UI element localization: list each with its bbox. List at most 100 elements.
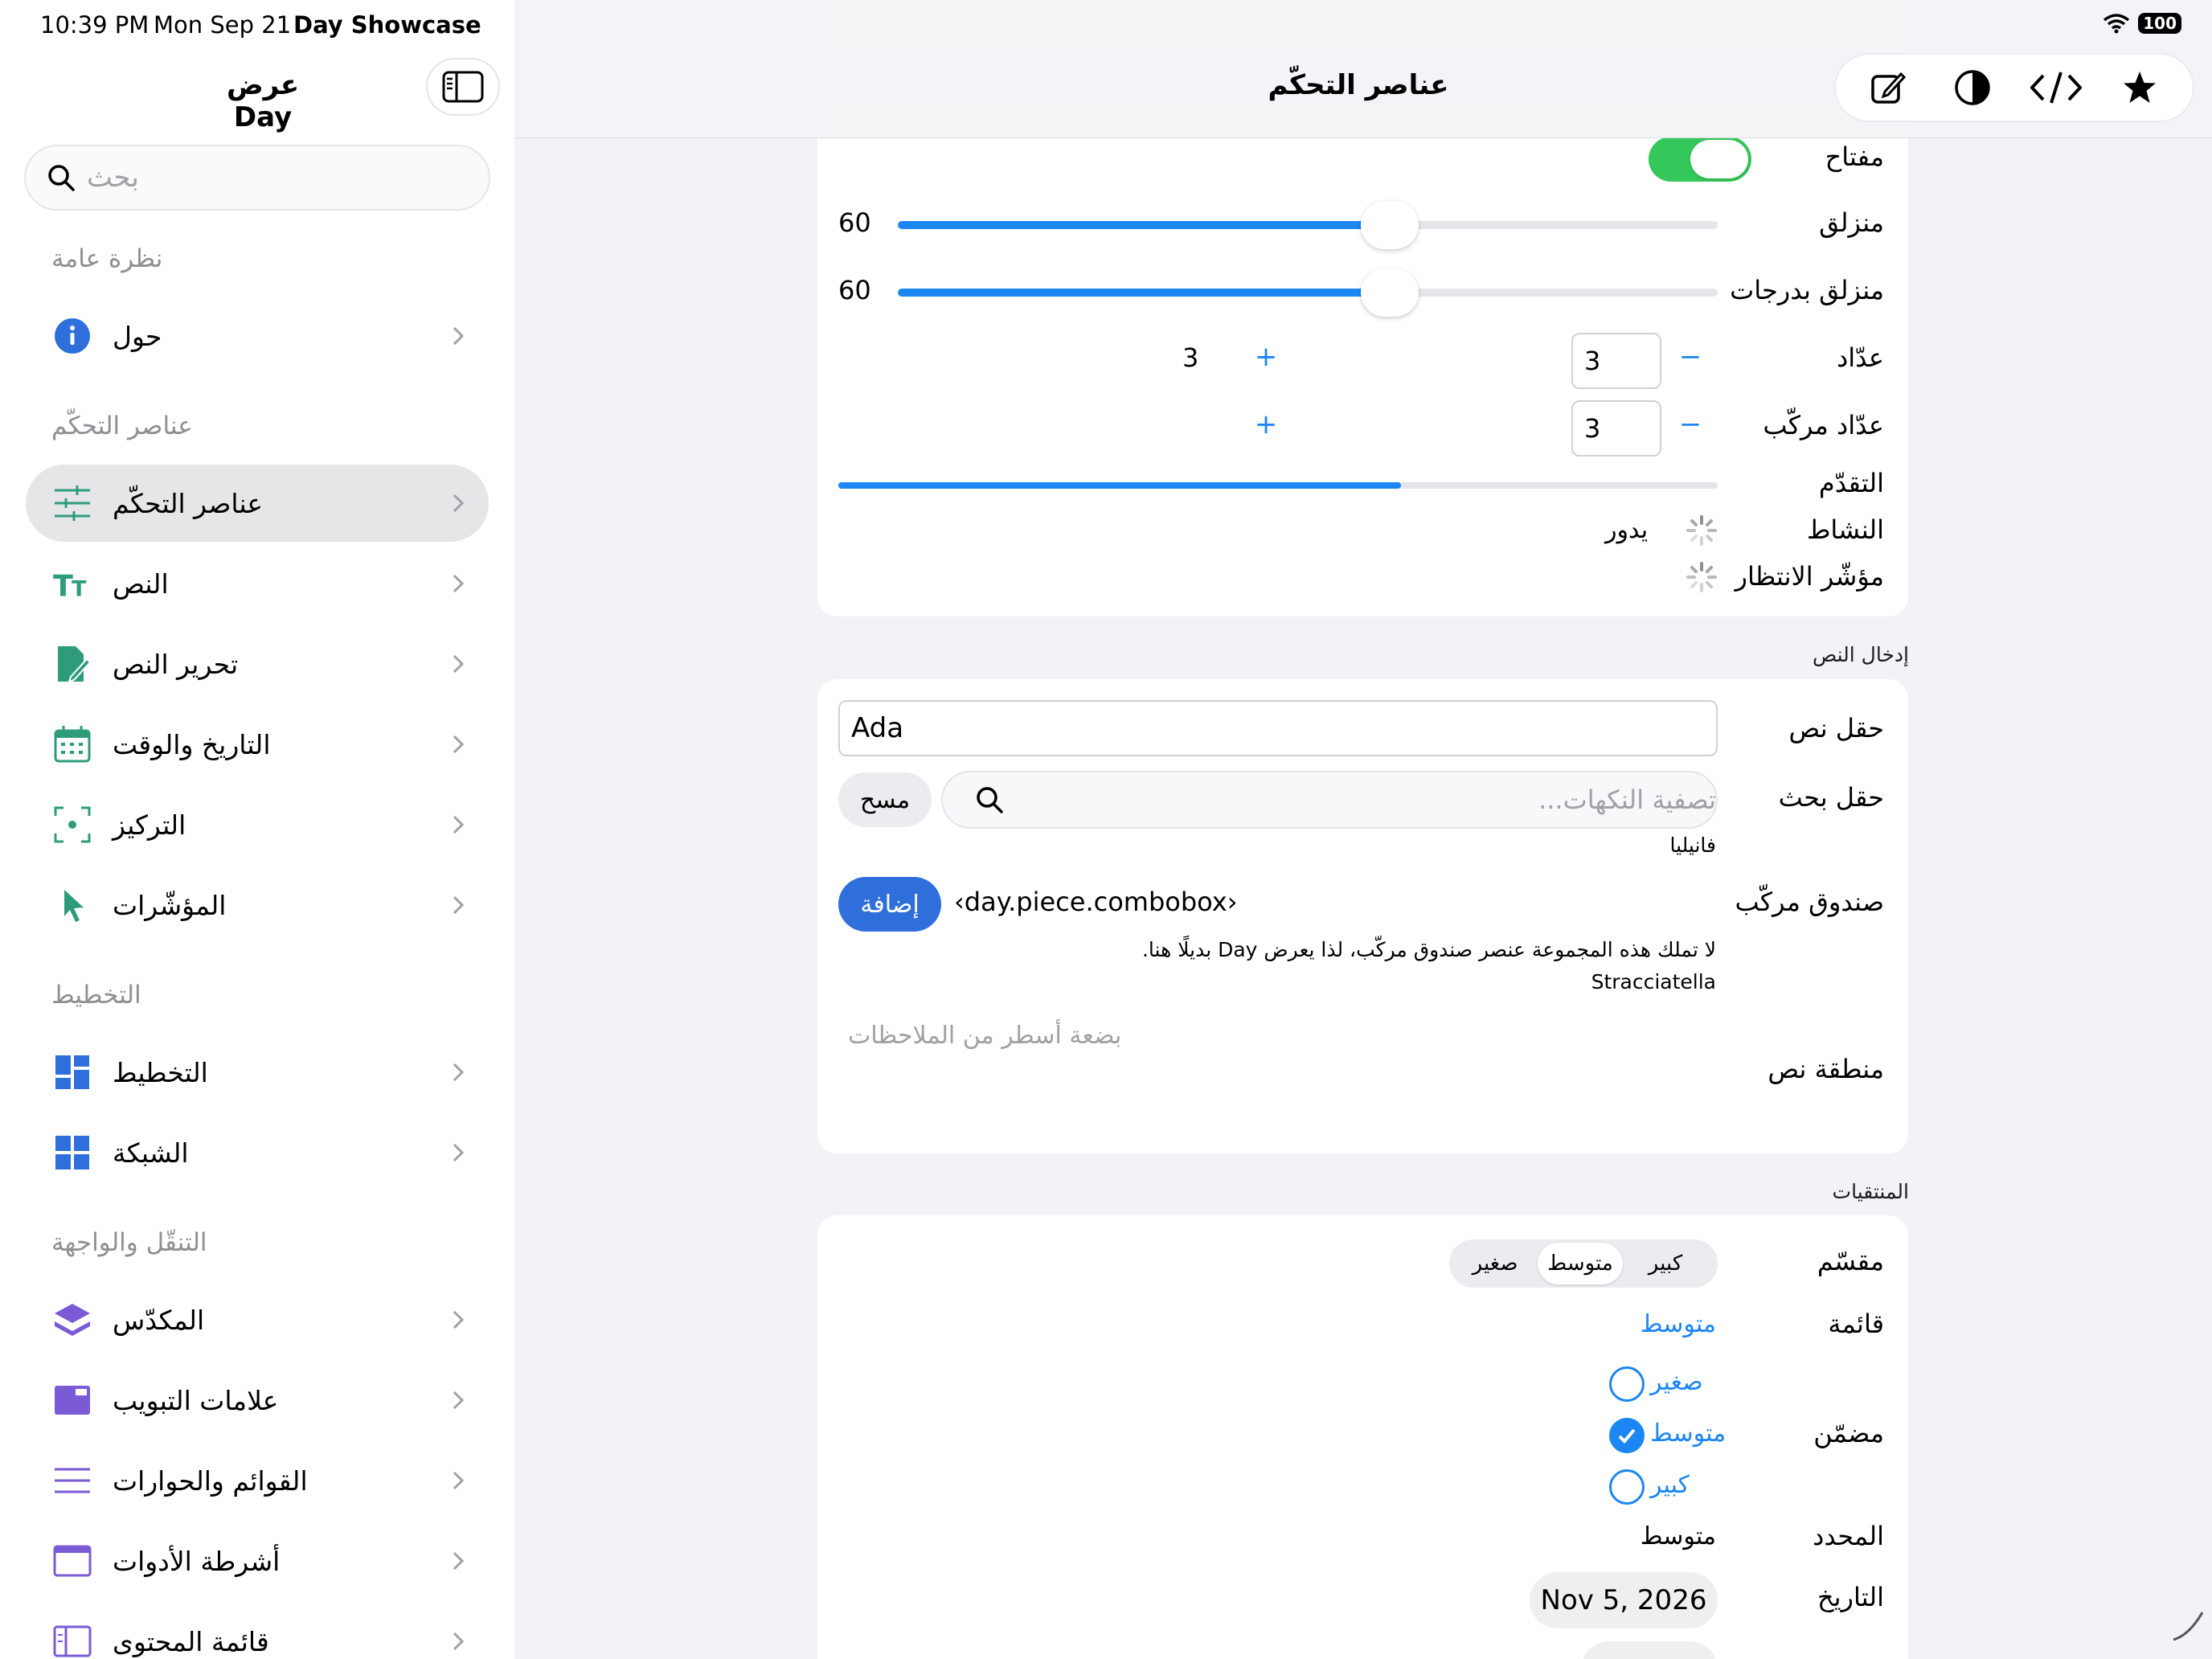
stepper-input[interactable]: 3 xyxy=(1571,333,1661,389)
chevron-right-icon xyxy=(444,810,473,839)
sidebar-item-about[interactable]: حول xyxy=(26,297,489,375)
segment-large[interactable]: كبير xyxy=(1623,1243,1708,1284)
compound-stepper-input[interactable]: 3 xyxy=(1571,400,1661,457)
time-picker-button[interactable] xyxy=(1581,1641,1718,1659)
chevron-right-icon xyxy=(444,569,473,598)
sidebar-item-tabs[interactable]: علامات التبويب xyxy=(26,1362,489,1439)
segment-medium[interactable]: متوسط xyxy=(1538,1243,1623,1284)
sidebar-item-focus[interactable]: التركيز xyxy=(26,786,489,863)
chevron-right-icon xyxy=(444,891,473,920)
stepped-slider[interactable] xyxy=(898,268,1718,317)
toolbar-icon xyxy=(53,1542,92,1580)
checkmark-icon xyxy=(1618,1428,1636,1444)
chevron-right-icon xyxy=(444,1058,473,1087)
date-picker-button[interactable]: Nov 5, 2026 xyxy=(1530,1572,1718,1628)
wait-indicator-label: مؤشّر الانتظار xyxy=(1735,561,1884,592)
sliders-icon xyxy=(53,484,92,522)
section-header-overview: نظرة عامة xyxy=(51,244,163,273)
sidebar-item-content-list[interactable]: قائمة المحتوى xyxy=(26,1603,489,1659)
clear-button[interactable]: مسح xyxy=(838,772,932,827)
search-icon xyxy=(977,787,1003,813)
code-icon xyxy=(2030,72,2082,104)
sidebar-item-controls[interactable]: عناصر التحكّم xyxy=(26,465,489,542)
sidebar-item-text-editing[interactable]: تحرير النص xyxy=(26,625,489,703)
sidebar-item-grid[interactable]: الشبكة xyxy=(26,1114,489,1191)
section-title-pickers: المنتقيات xyxy=(1832,1180,1909,1203)
pointer-icon xyxy=(53,886,92,924)
menu-picker-label: قائمة xyxy=(1828,1309,1884,1339)
info-icon xyxy=(53,317,92,355)
sidebar: عرض Day نظرة عامة حول عناصر التحكّم عناص… xyxy=(0,0,514,1659)
favorite-button[interactable] xyxy=(2114,62,2165,113)
searchfield-placeholder: تصفية النكهات... xyxy=(1538,784,1716,815)
slider-thumb[interactable] xyxy=(1361,268,1419,317)
activity-label: النشاط xyxy=(1806,514,1884,545)
compound-stepper-plus-button[interactable]: + xyxy=(1251,408,1280,440)
sidebar-item-label: المكدّس xyxy=(113,1304,205,1336)
sidebar-item-label: تحرير النص xyxy=(113,648,239,680)
activity-text: يدور xyxy=(1605,516,1649,544)
slider-thumb[interactable] xyxy=(1361,201,1419,249)
sidebar-item-label: التركيز xyxy=(113,809,186,841)
chevron-right-icon xyxy=(444,730,473,759)
sidebar-item-label: عناصر التحكّم xyxy=(113,487,264,519)
chevron-right-icon xyxy=(444,1305,473,1334)
search-field[interactable]: تصفية النكهات... xyxy=(941,771,1718,829)
sidebar-item-label: التخطيط xyxy=(113,1056,208,1088)
status-app-name: Day Showcase xyxy=(293,11,481,39)
spinner-icon xyxy=(1686,514,1718,550)
radio-small[interactable] xyxy=(1609,1366,1645,1402)
source-code-button[interactable] xyxy=(2030,62,2082,113)
stepper-minus-button[interactable]: − xyxy=(1676,341,1705,373)
radio-medium[interactable] xyxy=(1609,1418,1645,1453)
sidebar-title: عرض Day xyxy=(226,69,300,133)
chevron-right-icon xyxy=(444,489,473,518)
slider[interactable] xyxy=(898,201,1718,249)
segmented-control[interactable]: صغير متوسط كبير xyxy=(1449,1239,1718,1288)
content-list-icon xyxy=(53,1622,92,1659)
sidebar-item-layout[interactable]: التخطيط xyxy=(26,1034,489,1111)
segment-small[interactable]: صغير xyxy=(1452,1243,1538,1284)
sidebar-item-toolbars[interactable]: أشرطة الأدوات xyxy=(26,1522,489,1600)
search-result-item[interactable]: فانيليا xyxy=(1669,834,1716,857)
navigation-bar: عناصر التحكّم xyxy=(514,0,2212,138)
tabs-icon xyxy=(53,1381,92,1419)
sidebar-item-stack[interactable]: المكدّس xyxy=(26,1281,489,1358)
status-indicators: 100 xyxy=(2103,13,2181,34)
section-header-navigation: التنقّل والواجهة xyxy=(51,1228,207,1257)
sidebar-item-text[interactable]: TT النص xyxy=(26,545,489,622)
appearance-button[interactable] xyxy=(1947,62,1998,113)
contrast-icon xyxy=(1955,70,1990,105)
svg-text:T: T xyxy=(53,568,73,600)
switch-toggle[interactable] xyxy=(1649,137,1751,182)
chevron-right-icon xyxy=(444,1546,473,1575)
stepped-slider-value: 60 xyxy=(838,275,871,305)
svg-text:T: T xyxy=(72,576,87,600)
sidebar-toggle-button[interactable] xyxy=(426,58,500,116)
compound-stepper-minus-button[interactable]: − xyxy=(1676,408,1705,440)
sidebar-icon xyxy=(442,71,484,103)
sidebar-item-label: الشبكة xyxy=(113,1137,189,1169)
radio-large[interactable] xyxy=(1609,1469,1645,1505)
sidebar-item-menus-dialogs[interactable]: القوائم والحوارات xyxy=(26,1442,489,1519)
sidebar-search[interactable] xyxy=(24,145,490,211)
combobox-value[interactable]: ‹day.piece.combobox› xyxy=(954,887,1237,917)
text-area[interactable]: بضعة أسطر من الملاحظات xyxy=(838,1017,1718,1137)
sidebar-item-date-time[interactable]: التاريخ والوقت xyxy=(26,706,489,783)
star-icon xyxy=(2124,72,2156,103)
stepper-display: 3 xyxy=(1182,342,1199,373)
slider-label: منزلق xyxy=(1819,207,1884,238)
text-input-card: حقل نص Ada حقل بحث تصفية النكهات... مسح … xyxy=(817,679,1908,1153)
progress-bar xyxy=(838,482,1718,489)
add-button[interactable]: إضافة xyxy=(838,877,941,932)
edit-document-icon xyxy=(53,645,92,683)
sidebar-item-label: قائمة المحتوى xyxy=(113,1625,269,1657)
menu-picker-button[interactable]: متوسط xyxy=(1641,1310,1716,1338)
stepper-plus-button[interactable]: + xyxy=(1251,341,1280,373)
combobox-note: لا تملك هذه المجموعة عنصر صندوق مركّب، ل… xyxy=(1141,938,1716,961)
sidebar-item-pointers[interactable]: المؤشّرات xyxy=(26,866,489,944)
compose-button[interactable] xyxy=(1863,62,1915,113)
search-input[interactable] xyxy=(87,162,473,194)
page-title: عناصر التحكّم xyxy=(1268,69,1449,101)
text-field[interactable]: Ada xyxy=(838,700,1718,756)
